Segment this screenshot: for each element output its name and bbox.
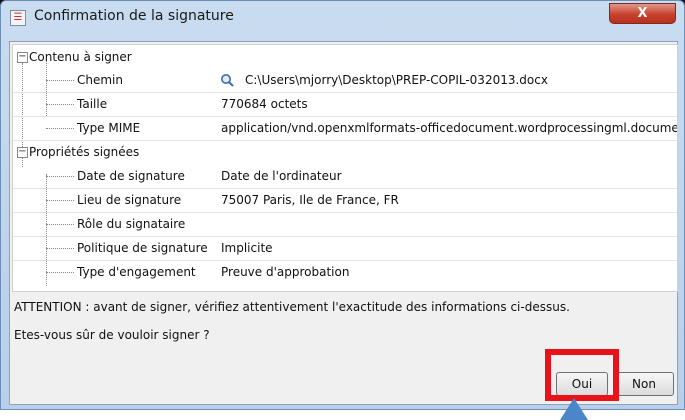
tree-connector [46, 272, 74, 273]
row-label: Lieu de signature [77, 193, 182, 207]
tree-row-chemin[interactable]: Chemin C:\Users\mjorry\Desktop\PREP-COPI… [13, 69, 677, 93]
magnifier-icon [221, 74, 234, 87]
tree-row-lieu-signature[interactable]: Lieu de signature 75007 Paris, Ile de Fr… [13, 189, 677, 213]
row-value: 75007 Paris, Ile de France, FR [221, 193, 399, 207]
row-label: Type d'engagement [77, 265, 196, 279]
tree-row-type-mime[interactable]: Type MIME application/vnd.openxmlformats… [13, 117, 677, 141]
tree-connector [46, 200, 74, 201]
tree-connector [46, 128, 74, 129]
tree-row-type-engagement[interactable]: Type d'engagement Preuve d'approbation [13, 261, 677, 284]
row-value: Date de l'ordinateur [221, 169, 342, 183]
warning-message: ATTENTION : avant de signer, vérifiez at… [14, 300, 570, 314]
highlight-box [545, 349, 619, 401]
tree-group-contenu[interactable]: − Contenu à signer [13, 46, 677, 69]
row-value: 770684 octets [221, 97, 308, 111]
row-label: Type MIME [77, 121, 141, 135]
row-value: Implicite [221, 241, 273, 255]
tree-row-taille[interactable]: Taille 770684 octets [13, 93, 677, 117]
tree-connector [46, 224, 74, 225]
tree-connector [46, 248, 74, 249]
pointer-arrow-icon [560, 398, 588, 420]
group-label: Propriétés signées [29, 145, 140, 159]
app-icon: ☰ [10, 10, 26, 26]
tree-row-date-signature[interactable]: Date de signature Date de l'ordinateur [13, 165, 677, 189]
row-value: Preuve d'approbation [221, 265, 350, 279]
properties-tree: − Contenu à signer Chemin C:\Users\mjorr… [12, 44, 678, 292]
tree-connector [46, 104, 74, 105]
window-title: Confirmation de la signature [34, 8, 234, 24]
collapse-icon[interactable]: − [17, 52, 28, 63]
row-value: C:\Users\mjorry\Desktop\PREP-COPIL-03201… [245, 73, 548, 87]
group-label: Contenu à signer [29, 50, 132, 64]
no-button[interactable]: Non [614, 372, 674, 396]
row-label: Politique de signature [77, 241, 208, 255]
tree-group-proprietes[interactable]: − Propriétés signées [13, 141, 677, 164]
collapse-icon[interactable]: − [17, 147, 28, 158]
row-label: Date de signature [77, 169, 185, 183]
close-button[interactable]: X [609, 3, 676, 24]
tree-connector [46, 80, 74, 81]
title-bar: ☰ Confirmation de la signature X [1, 1, 684, 34]
row-label: Chemin [77, 73, 123, 87]
tree-row-role-signataire[interactable]: Rôle du signataire [13, 213, 677, 237]
tree-row-politique-signature[interactable]: Politique de signature Implicite [13, 237, 677, 261]
row-value: application/vnd.openxmlformats-officedoc… [221, 121, 678, 135]
tree-connector [46, 176, 74, 177]
confirm-question: Etes-vous sûr de vouloir signer ? [14, 328, 210, 342]
row-label: Rôle du signataire [77, 217, 186, 231]
row-label: Taille [77, 97, 108, 111]
